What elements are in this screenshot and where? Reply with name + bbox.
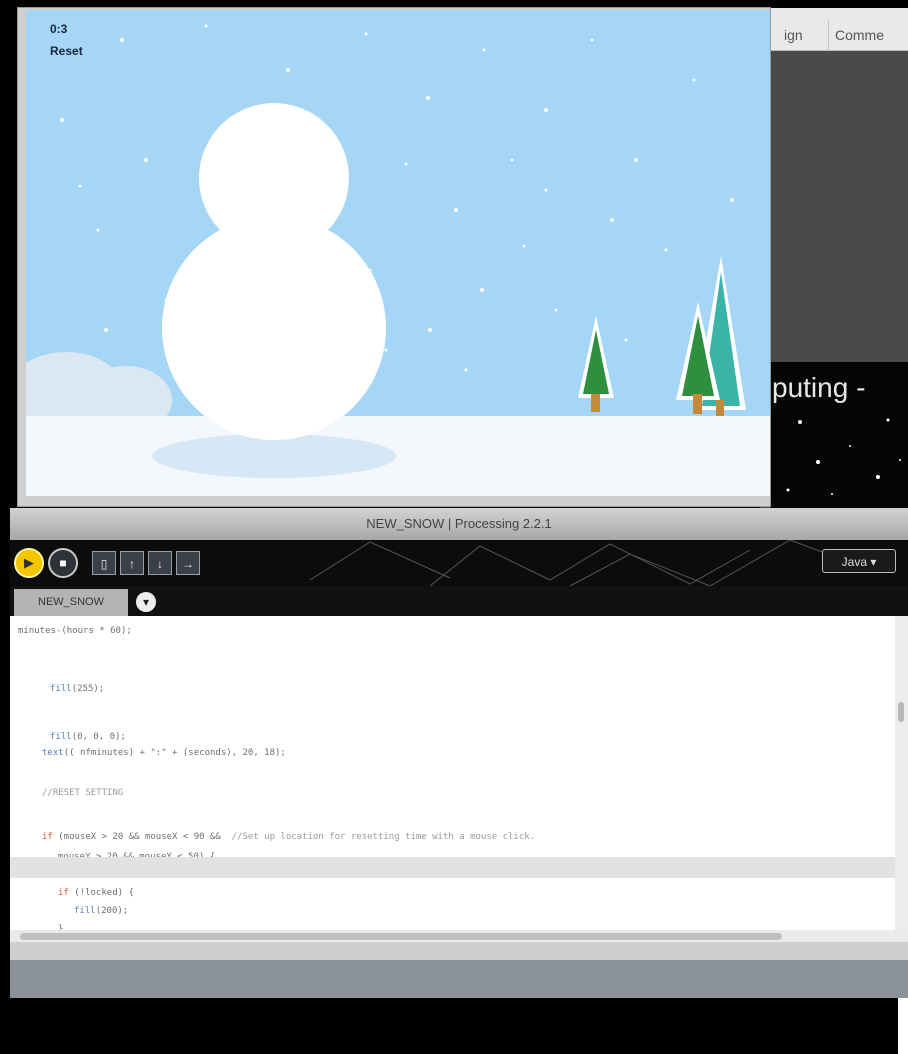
code-token: (200); xyxy=(95,906,129,916)
background-browser-tabbar: ign Comme xyxy=(760,8,908,51)
console-header xyxy=(10,942,908,960)
new-button[interactable]: ▯ xyxy=(92,551,116,575)
toolbar-decoration xyxy=(309,540,871,586)
ide-title-bar: NEW_SNOW | Processing 2.2.1 xyxy=(10,508,908,540)
snowman-shadow xyxy=(152,434,396,478)
vertical-scrollbar[interactable] xyxy=(895,616,908,934)
code-token: text xyxy=(42,748,64,758)
code-line: if (!locked) { xyxy=(10,884,134,902)
code-token: //Set up location for resetting time wit… xyxy=(231,832,536,842)
open-button[interactable]: ↑ xyxy=(120,551,144,575)
code-line: //RESET SETTING xyxy=(10,784,123,802)
code-line: minutes-(hours * 60); xyxy=(10,622,132,640)
stop-icon: ■ xyxy=(59,556,67,570)
code-token: if xyxy=(58,888,69,898)
code-line: text(( nfminutes) + ":" + (seconds), 20,… xyxy=(10,744,286,762)
background-space-text: puting - xyxy=(772,372,866,403)
tab-new-snow[interactable]: NEW_SNOW xyxy=(14,589,128,616)
ide-toolbar xyxy=(10,540,908,586)
scrollbar-thumb[interactable] xyxy=(898,702,904,722)
code-token: (255); xyxy=(71,684,105,694)
code-line: fill(255); xyxy=(10,680,104,698)
play-icon: ▶ xyxy=(24,555,34,570)
sketch-canvas[interactable] xyxy=(8,10,770,496)
code-token: if xyxy=(42,832,53,842)
new-file-icon: ▯ xyxy=(100,557,108,571)
reset-button[interactable]: Reset xyxy=(50,40,83,62)
code-token: (0, 0, 0); xyxy=(71,732,126,742)
code-line: if (mouseX > 20 && mouseX < 90 && //Set … xyxy=(10,828,535,846)
browser-tab[interactable]: Comme xyxy=(828,20,890,50)
code-token: //RESET SETTING xyxy=(42,788,124,798)
code-token: minutes-(hours * 60); xyxy=(18,626,132,636)
snow-ground xyxy=(26,416,770,496)
code-token: (mouseX > 20 && mouseX < 90 && xyxy=(52,832,232,842)
code-token: fill xyxy=(74,906,96,916)
open-icon: ↑ xyxy=(129,557,135,571)
mode-selector[interactable]: Java ▾ xyxy=(822,549,896,573)
current-line-highlight xyxy=(10,857,896,878)
tab-menu-button[interactable]: ▾ xyxy=(136,592,156,612)
save-button[interactable]: ↓ xyxy=(148,551,172,575)
chevron-down-icon: ▾ xyxy=(142,595,150,609)
code-token: fill xyxy=(50,684,72,694)
timer-readout: 0:3 xyxy=(50,22,68,36)
code-line: fill(200); xyxy=(10,902,128,920)
code-editor[interactable]: minutes-(hours * 60); fill(255); fill(0, 0… xyxy=(10,616,908,950)
browser-tab[interactable]: ign xyxy=(778,20,809,50)
export-button[interactable]: → xyxy=(176,551,200,575)
horizontal-scrollbar-thumb[interactable] xyxy=(20,933,782,940)
code-token: fill xyxy=(50,732,72,742)
window-edge xyxy=(898,998,908,1054)
stop-button[interactable]: ■ xyxy=(48,548,78,578)
sketch-hud: 0:3 Reset xyxy=(50,18,83,62)
snowman-head xyxy=(199,103,349,253)
console-area xyxy=(10,960,908,998)
export-icon: → xyxy=(182,557,194,571)
code-token: (!locked) { xyxy=(68,888,134,898)
save-icon: ↓ xyxy=(157,557,163,571)
code-token: (( nfminutes) + ":" + (seconds), 20, 18)… xyxy=(63,748,286,758)
run-button[interactable]: ▶ xyxy=(14,548,44,578)
